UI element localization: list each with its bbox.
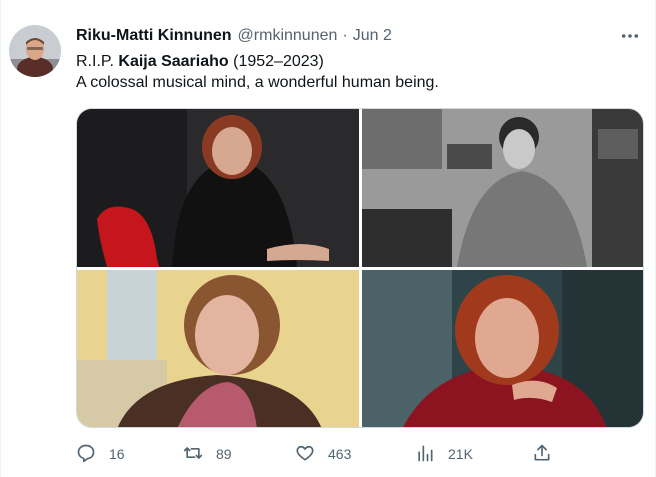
- photo-2[interactable]: [362, 109, 643, 267]
- tweet-text: R.I.P. Kaija Saariaho (1952–2023) A colo…: [76, 51, 631, 93]
- heart-icon: [295, 443, 315, 466]
- separator-dot: ·: [342, 27, 348, 44]
- tweet-date[interactable]: Jun 2: [353, 27, 392, 45]
- reply-count: 16: [109, 446, 125, 462]
- retweet-button[interactable]: 89: [183, 440, 232, 468]
- bar-chart-icon: [415, 443, 435, 466]
- tweet-prefix: R.I.P.: [76, 53, 119, 70]
- tweet-card[interactable]: Riku-Matti Kinnunen @rmkinnunen · Jun 2 …: [0, 0, 656, 477]
- share-icon: [532, 443, 552, 466]
- photo-4[interactable]: [362, 270, 643, 427]
- tweet-line-1: R.I.P. Kaija Saariaho (1952–2023): [76, 51, 631, 72]
- media-grid: [76, 108, 644, 428]
- views-button[interactable]: 21K: [415, 440, 473, 468]
- reply-icon: [76, 443, 96, 466]
- author-handle[interactable]: @rmkinnunen: [238, 27, 338, 45]
- like-button[interactable]: 463: [295, 440, 351, 468]
- tweet-header: Riku-Matti Kinnunen @rmkinnunen · Jun 2: [76, 27, 595, 47]
- like-count: 463: [328, 446, 352, 462]
- tweet-line-2: A colossal musical mind, a wonderful hum…: [76, 74, 439, 91]
- avatar[interactable]: [9, 25, 61, 77]
- reply-button[interactable]: 16: [76, 440, 125, 468]
- tweet-bold-name: Kaija Saariaho: [118, 53, 229, 70]
- action-bar: 16 89 463 21K: [76, 440, 556, 468]
- views-count: 21K: [448, 446, 473, 462]
- more-options-icon[interactable]: [619, 26, 641, 46]
- photo-1[interactable]: [77, 109, 359, 267]
- author-name[interactable]: Riku-Matti Kinnunen: [76, 27, 232, 45]
- retweet-count: 89: [216, 446, 232, 462]
- share-button[interactable]: [532, 440, 552, 468]
- retweet-icon: [183, 443, 203, 466]
- tweet-years: (1952–2023): [228, 53, 324, 70]
- photo-3[interactable]: [77, 270, 359, 427]
